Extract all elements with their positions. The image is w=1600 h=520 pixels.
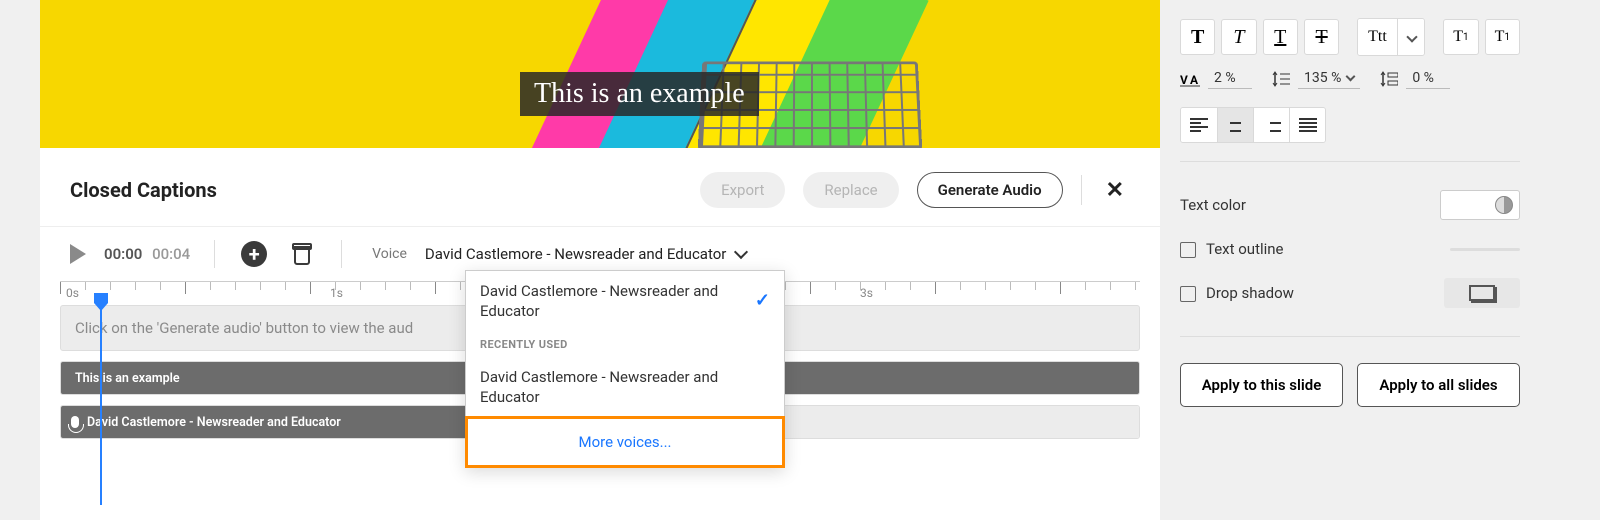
paragraph-spacing-control[interactable]: 0 % [1380, 68, 1450, 89]
microphone-icon [71, 416, 79, 428]
tracking-value[interactable]: 2 % [1208, 68, 1252, 89]
align-center-button[interactable] [1217, 108, 1253, 142]
chevron-down-icon [1397, 19, 1426, 55]
check-icon: ✓ [755, 289, 770, 313]
voice-track-label-a: David Castlemore - Newsreader and Educat… [87, 415, 341, 430]
bold-button[interactable]: T [1180, 19, 1215, 55]
text-color-row: Text color [1180, 180, 1520, 230]
closed-captions-header: Closed Captions Export Replace Generate … [40, 148, 1160, 218]
svg-text:V: V [1180, 73, 1188, 87]
voice-selected-value: David Castlemore - Newsreader and Educat… [425, 245, 726, 263]
voice-option-recent[interactable]: David Castlemore - Newsreader and Educat… [466, 357, 784, 418]
playhead[interactable] [100, 295, 102, 505]
drop-shadow-preview[interactable] [1444, 278, 1520, 308]
paragraph-spacing-icon [1380, 71, 1398, 87]
trash-icon [292, 243, 312, 265]
time-total: 00:04 [152, 245, 190, 263]
time-display: 00:00 00:04 [104, 245, 190, 263]
export-button[interactable]: Export [700, 172, 785, 208]
slide-preview: This is an example [40, 0, 1160, 148]
outline-preview[interactable] [1450, 248, 1520, 251]
text-case-value: Ttt [1358, 19, 1397, 55]
voice-option-label: David Castlemore - Newsreader and Educat… [480, 367, 770, 408]
text-align-segmented [1180, 107, 1326, 143]
tracking-icon: VA [1180, 71, 1200, 87]
delete-caption-button[interactable] [287, 239, 317, 269]
divider [1180, 161, 1520, 162]
text-outline-label: Text outline [1206, 240, 1284, 258]
ruler-label-1s: 1s [330, 286, 343, 300]
drop-shadow-checkbox[interactable] [1180, 286, 1196, 302]
divider [1081, 175, 1082, 205]
text-case-select[interactable]: Ttt [1357, 18, 1425, 56]
plus-icon: + [241, 241, 267, 267]
line-height-icon [1272, 71, 1290, 87]
text-outline-checkbox[interactable] [1180, 242, 1196, 258]
line-height-value[interactable]: 135 % [1298, 68, 1360, 89]
editor-canvas: This is an example Closed Captions Expor… [40, 0, 1160, 520]
underline-button[interactable]: T [1263, 19, 1298, 55]
subscript-button[interactable]: T1 [1485, 19, 1520, 55]
voice-select[interactable]: David Castlemore - Newsreader and Educat… [425, 245, 746, 263]
shadow-rect-icon [1469, 285, 1495, 301]
slide-caption-overlay[interactable]: This is an example [520, 72, 759, 116]
tracking-control[interactable]: VA 2 % [1180, 68, 1252, 89]
voice-dropdown-menu: David Castlemore - Newsreader and Educat… [465, 270, 785, 468]
voice-option-label: David Castlemore - Newsreader and Educat… [480, 281, 755, 322]
drop-shadow-row: Drop shadow [1180, 268, 1520, 318]
apply-to-all-slides-button[interactable]: Apply to all slides [1357, 363, 1520, 407]
svg-text:A: A [1190, 73, 1199, 87]
align-left-button[interactable] [1181, 108, 1217, 142]
strikethrough-button[interactable]: T [1304, 19, 1339, 55]
closed-captions-actions: Export Replace Generate Audio ✕ [700, 172, 1130, 208]
closed-captions-title: Closed Captions [70, 178, 217, 202]
apply-to-this-slide-button[interactable]: Apply to this slide [1180, 363, 1343, 407]
ruler-label-0s: 0s [66, 286, 79, 300]
close-icon[interactable]: ✕ [1100, 178, 1130, 203]
replace-button[interactable]: Replace [803, 172, 898, 208]
divider [341, 240, 342, 268]
play-icon[interactable] [70, 244, 86, 264]
align-right-button[interactable] [1253, 108, 1289, 142]
paragraph-spacing-value[interactable]: 0 % [1406, 68, 1450, 89]
italic-button[interactable]: T [1221, 19, 1256, 55]
divider [214, 240, 215, 268]
voice-label: Voice [372, 246, 407, 262]
ruler-label-3s: 3s [860, 286, 873, 300]
voice-option-selected[interactable]: David Castlemore - Newsreader and Educat… [466, 271, 784, 332]
dropdown-section-header: RECENTLY USED [466, 332, 784, 357]
text-outline-row: Text outline [1180, 230, 1520, 268]
text-properties-panel: T T T T Ttt T1 T1 VA 2 % 135 % [1180, 18, 1520, 407]
drop-shadow-label: Drop shadow [1206, 284, 1294, 302]
align-justify-button[interactable] [1289, 108, 1325, 142]
divider [1180, 336, 1520, 337]
text-color-label: Text color [1180, 196, 1246, 214]
add-caption-button[interactable]: + [239, 239, 269, 269]
time-current: 00:00 [104, 245, 142, 263]
superscript-button[interactable]: T1 [1443, 19, 1478, 55]
more-voices-link[interactable]: More voices... [465, 416, 785, 468]
line-height-control[interactable]: 135 % [1272, 68, 1360, 89]
text-color-swatch[interactable] [1440, 190, 1520, 220]
color-circle-icon [1495, 196, 1513, 214]
chevron-down-icon [734, 245, 748, 259]
generate-audio-button[interactable]: Generate Audio [917, 172, 1063, 208]
